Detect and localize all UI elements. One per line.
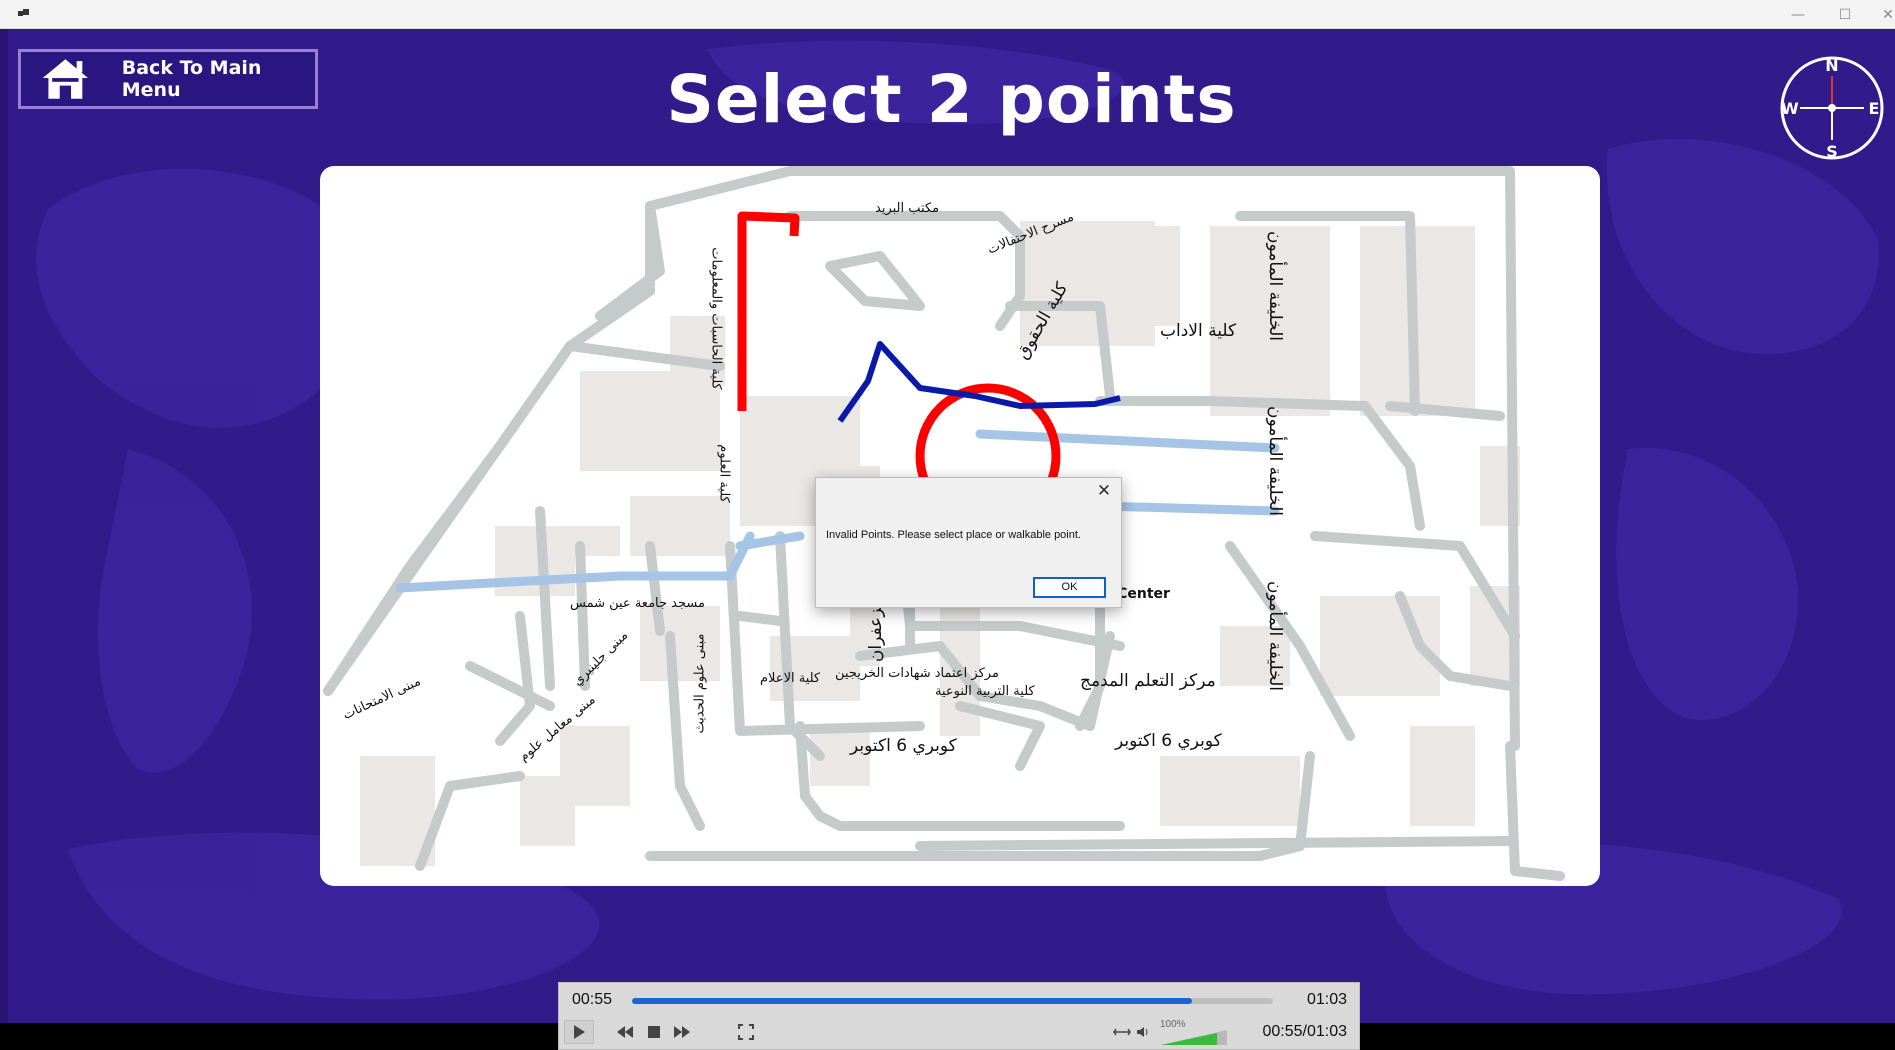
map-label: كلية العلوم — [716, 444, 732, 503]
maximize-button[interactable]: ☐ — [1822, 0, 1868, 29]
dialog-message: Invalid Points. Please select place or w… — [826, 529, 1081, 541]
map-label: كلية الحاسبات والمعلومات — [708, 247, 724, 390]
volume-slider[interactable] — [1159, 1028, 1229, 1046]
total-time: 01:03 — [1306, 991, 1347, 1008]
compass-e: E — [1869, 99, 1880, 118]
dialog-close-button[interactable]: ✕ — [1093, 480, 1115, 502]
loop-icon — [1113, 1028, 1131, 1036]
map-label: مبنى علوم الحديث — [692, 633, 708, 734]
volume-button[interactable] — [1135, 1020, 1151, 1044]
next-button[interactable] — [670, 1020, 694, 1044]
map-label: مركز اعتماد شهادات الخريجين — [835, 666, 999, 681]
map-label: كوبري 6 اكتوبر — [1115, 731, 1222, 751]
app-icon — [18, 9, 29, 16]
map-label: كوبري 6 اكتوبر — [850, 736, 957, 756]
map-label: كلية التربية النوعية — [935, 684, 1035, 699]
volume-icon — [1137, 1027, 1148, 1037]
taskbar-right — [1360, 1023, 1895, 1050]
map-label: الخليفة المأمون — [1265, 580, 1286, 692]
stop-icon — [648, 1026, 660, 1038]
taskbar-left — [0, 1023, 558, 1050]
invalid-points-dialog: ✕ Invalid Points. Please select place or… — [815, 477, 1122, 608]
page-title: Select 2 points — [666, 61, 1237, 138]
stop-button[interactable] — [642, 1020, 666, 1044]
map-label: كلية الاداب — [1160, 321, 1237, 341]
map-label: الخليفة المأمون — [1265, 405, 1286, 517]
compass-n: N — [1825, 56, 1838, 75]
time-readout: 00:55/01:03 — [1262, 1023, 1347, 1040]
minimize-button[interactable]: — — [1775, 0, 1821, 29]
current-time: 00:55 — [572, 991, 613, 1008]
compass-w: W — [1781, 99, 1799, 118]
previous-button[interactable] — [613, 1020, 637, 1044]
map-label: مسجد جامعة عين شمس — [570, 596, 705, 611]
blue-route-path — [837, 341, 1121, 423]
seek-bar[interactable] — [632, 998, 1273, 1004]
map-label: مركز التعلم المدمج — [1080, 671, 1216, 691]
ok-button[interactable]: OK — [1033, 577, 1106, 598]
media-player: 00:55 01:03 100% 00:55/01:03 — [558, 982, 1360, 1050]
map-label: الخليفة المأمون — [1265, 230, 1286, 342]
loop-button[interactable] — [1110, 1020, 1134, 1044]
close-window-button[interactable]: ✕ — [1865, 0, 1895, 29]
next-icon — [674, 1026, 690, 1038]
play-button[interactable] — [564, 1020, 594, 1044]
window-titlebar: — ☐ ✕ — [0, 0, 1895, 29]
fullscreen-button[interactable] — [734, 1020, 758, 1044]
fullscreen-icon — [738, 1024, 754, 1040]
map-label: مكتب البريد — [875, 201, 940, 216]
window-edge — [0, 29, 8, 1023]
compass-s: S — [1826, 142, 1838, 161]
map-label: كلية الاعلام — [760, 671, 821, 686]
seek-progress — [632, 998, 1192, 1004]
red-route-path — [737, 211, 800, 411]
play-icon — [574, 1025, 585, 1039]
compass-icon: N S E W — [1780, 56, 1884, 161]
previous-icon — [617, 1026, 633, 1038]
